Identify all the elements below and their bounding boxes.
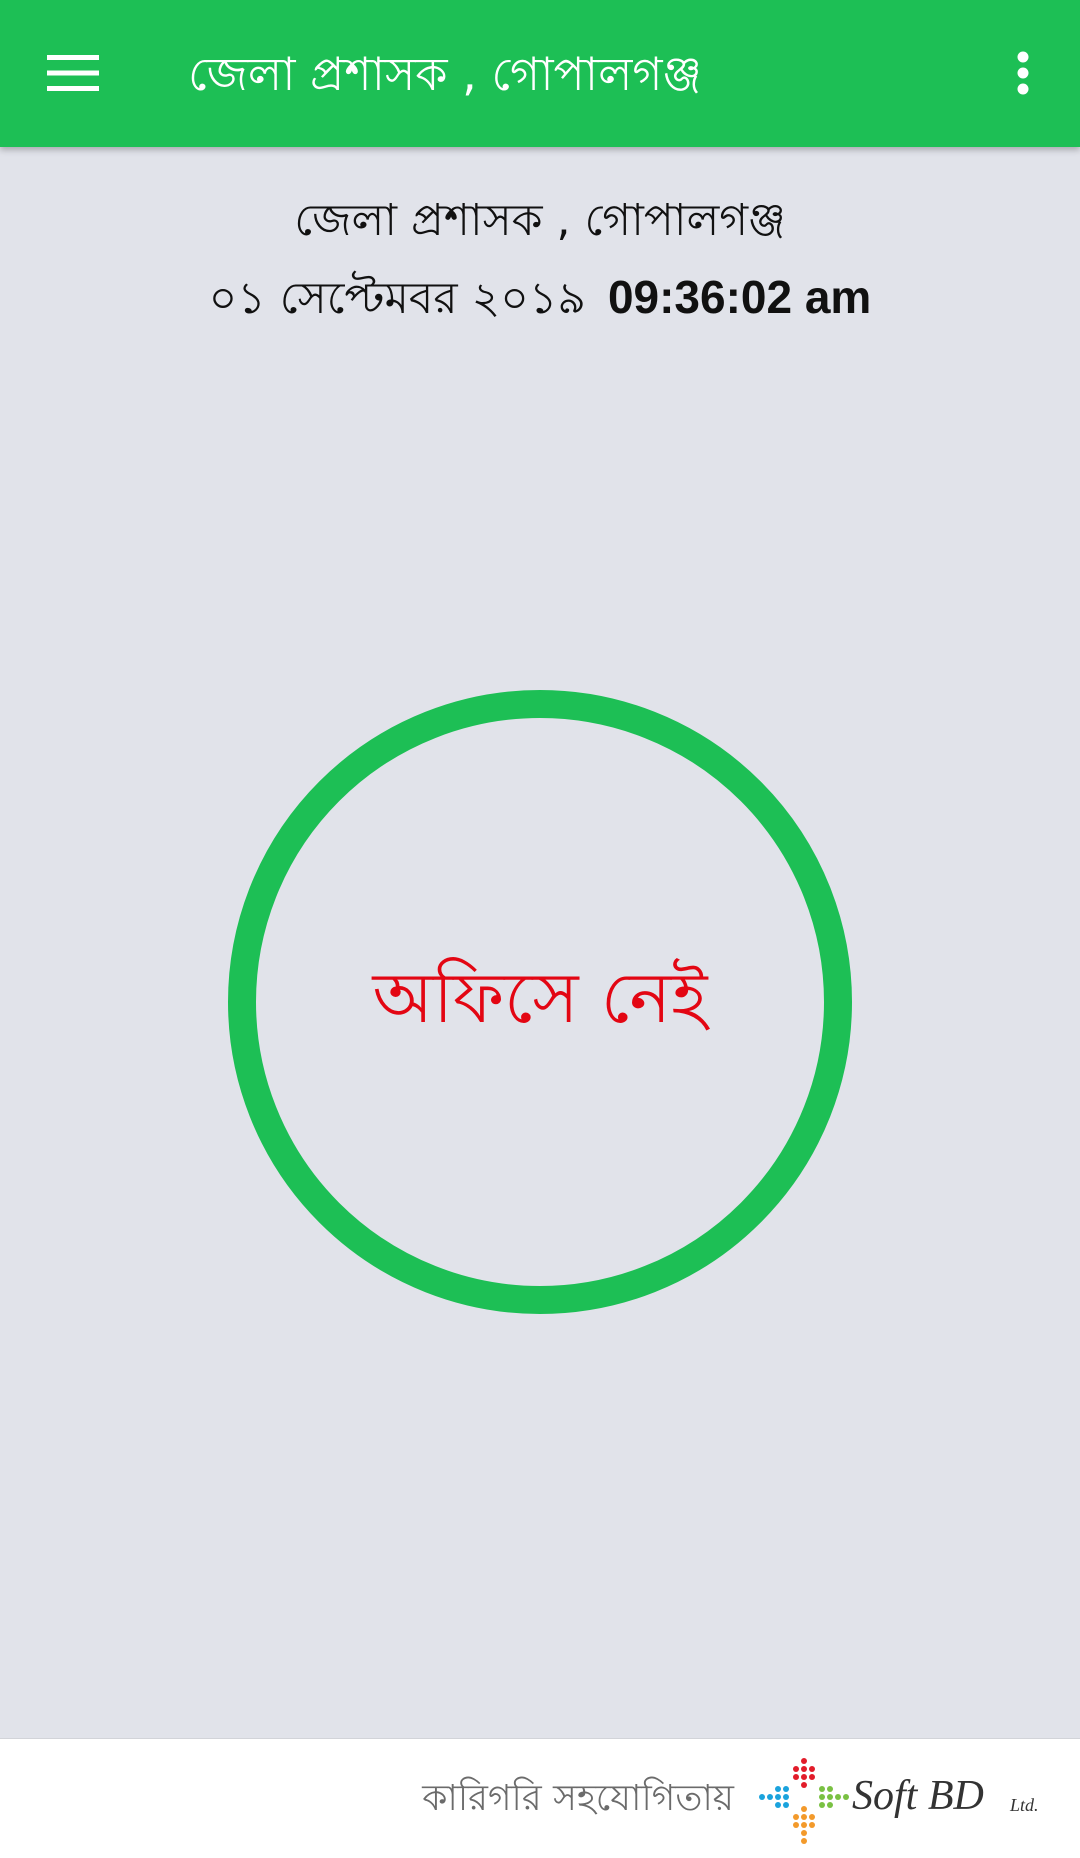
hamburger-menu-icon [46, 54, 99, 91]
more-vert-icon [1017, 51, 1028, 94]
current-date: ০১ সেপ্টেমবর ২০১৯ [208, 273, 586, 324]
status-label: অফিসে নেই [372, 956, 708, 1039]
technical-support-label: কারিগরি সহযোগিতায় [422, 1778, 734, 1819]
softbd-logo: Soft BD Ltd. [759, 1758, 1039, 1844]
footer: কারিগরি সহযোগিতায় Soft BD Ltd. [0, 1738, 1080, 1858]
date-time-line: ০১ সেপ্টেমবর ২০১৯ 09:36:02 am [0, 264, 1080, 332]
current-time: 09:36:02 am [607, 271, 872, 323]
overflow-menu-button[interactable] [990, 35, 1055, 110]
attendance-status-button[interactable]: অফিসে নেই [228, 690, 852, 1314]
office-name: জেলা প্রশাসক , গোপালগঞ্জ [294, 195, 786, 246]
softbd-dots-icon [759, 1758, 849, 1844]
logo-text: Soft BD [852, 1773, 984, 1819]
logo-suffix: Ltd. [1009, 1795, 1039, 1815]
app-bar: জেলা প্রশাসক , গোপালগঞ্জ [0, 0, 1080, 147]
app-bar-title: জেলা প্রশাসক , গোপালগঞ্জ [188, 47, 702, 101]
menu-button[interactable] [30, 35, 115, 110]
